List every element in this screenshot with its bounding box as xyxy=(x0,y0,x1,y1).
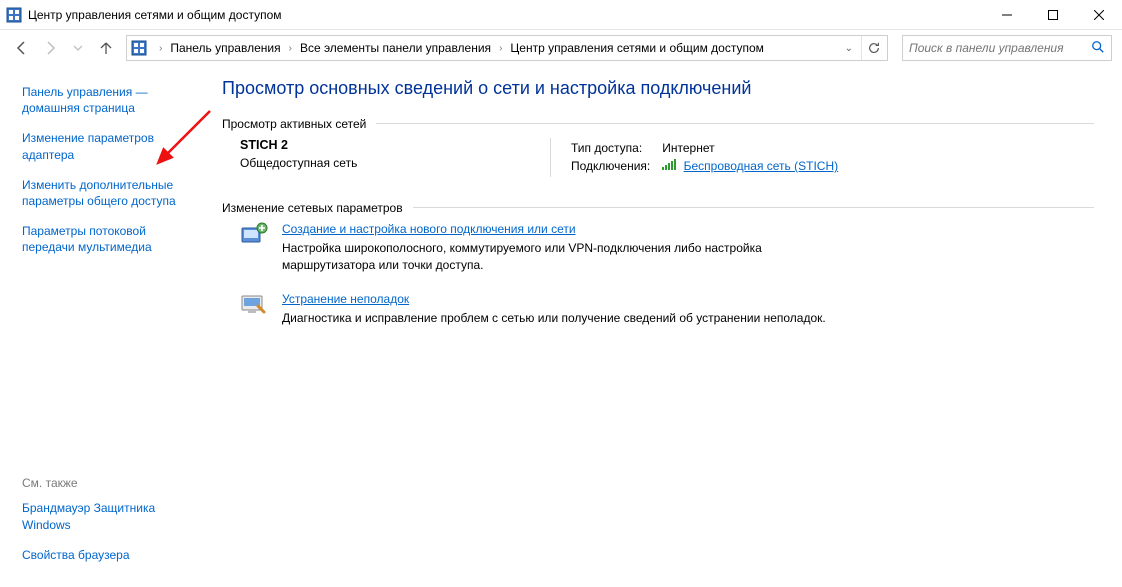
back-button[interactable] xyxy=(10,36,34,60)
address-bar[interactable]: › Панель управления › Все элементы панел… xyxy=(126,35,888,61)
see-also-label: См. также xyxy=(22,476,200,490)
setting-desc: Диагностика и исправление проблем с сеть… xyxy=(282,310,826,327)
network-type: Общедоступная сеть xyxy=(240,156,510,170)
troubleshoot-icon xyxy=(240,292,268,316)
setting-desc: Настройка широкополосного, коммутируемог… xyxy=(282,240,842,274)
sidebar: Панель управления — домашняя страница Из… xyxy=(0,66,210,587)
wifi-signal-icon xyxy=(662,159,676,174)
setting-link[interactable]: Устранение неполадок xyxy=(282,292,409,306)
chevron-right-icon[interactable]: › xyxy=(153,43,168,54)
navbar: › Панель управления › Все элементы панел… xyxy=(0,30,1122,66)
recent-dropdown[interactable] xyxy=(66,36,90,60)
minimize-button[interactable] xyxy=(984,0,1030,30)
address-icon xyxy=(131,40,147,56)
change-settings-label: Изменение сетевых параметров xyxy=(222,201,1094,215)
access-type-value: Интернет xyxy=(662,140,848,156)
search-icon[interactable] xyxy=(1091,40,1105,57)
maximize-button[interactable] xyxy=(1030,0,1076,30)
window-title: Центр управления сетями и общим доступом xyxy=(28,8,984,22)
chevron-right-icon[interactable]: › xyxy=(283,43,298,54)
access-type-label: Тип доступа: xyxy=(571,140,660,156)
breadcrumb-item[interactable]: Все элементы панели управления xyxy=(298,41,493,55)
chevron-right-icon[interactable]: › xyxy=(493,43,508,54)
breadcrumb-item[interactable]: Панель управления xyxy=(168,41,282,55)
setting-item-troubleshoot[interactable]: Устранение неполадок Диагностика и испра… xyxy=(240,292,1094,327)
sidebar-link-firewall[interactable]: Брандмауэр Защитника Windows xyxy=(22,500,200,532)
sidebar-link-media[interactable]: Параметры потоковой передачи мультимедиа xyxy=(22,223,200,255)
active-networks-label: Просмотр активных сетей xyxy=(222,117,1094,131)
search-input[interactable] xyxy=(909,41,1091,55)
sidebar-link-adapter[interactable]: Изменение параметров адаптера xyxy=(22,130,200,162)
page-title: Просмотр основных сведений о сети и наст… xyxy=(222,78,1094,99)
breadcrumb-item[interactable]: Центр управления сетями и общим доступом xyxy=(508,41,766,55)
app-icon xyxy=(6,7,22,23)
connections-label: Подключения: xyxy=(571,158,660,175)
setting-item-new-connection[interactable]: Создание и настройка нового подключения … xyxy=(240,222,1094,274)
network-name: STICH 2 xyxy=(240,138,510,152)
main-area: Панель управления — домашняя страница Из… xyxy=(0,66,1122,587)
search-box[interactable] xyxy=(902,35,1112,61)
sidebar-link-home[interactable]: Панель управления — домашняя страница xyxy=(22,84,200,116)
sidebar-link-browser[interactable]: Свойства браузера xyxy=(22,547,200,563)
sidebar-link-sharing[interactable]: Изменить дополнительные параметры общего… xyxy=(22,177,200,209)
close-button[interactable] xyxy=(1076,0,1122,30)
connection-link[interactable]: Беспроводная сеть (STICH) xyxy=(684,159,839,173)
titlebar: Центр управления сетями и общим доступом xyxy=(0,0,1122,30)
up-button[interactable] xyxy=(94,36,118,60)
window-controls xyxy=(984,0,1122,30)
forward-button[interactable] xyxy=(38,36,62,60)
network-row: STICH 2 Общедоступная сеть Тип доступа: … xyxy=(240,138,1094,177)
refresh-button[interactable] xyxy=(861,36,885,60)
address-history-dropdown[interactable]: ⌄ xyxy=(841,43,857,54)
setting-link[interactable]: Создание и настройка нового подключения … xyxy=(282,222,576,236)
new-connection-icon xyxy=(240,222,268,246)
content: Просмотр основных сведений о сети и наст… xyxy=(210,66,1122,587)
